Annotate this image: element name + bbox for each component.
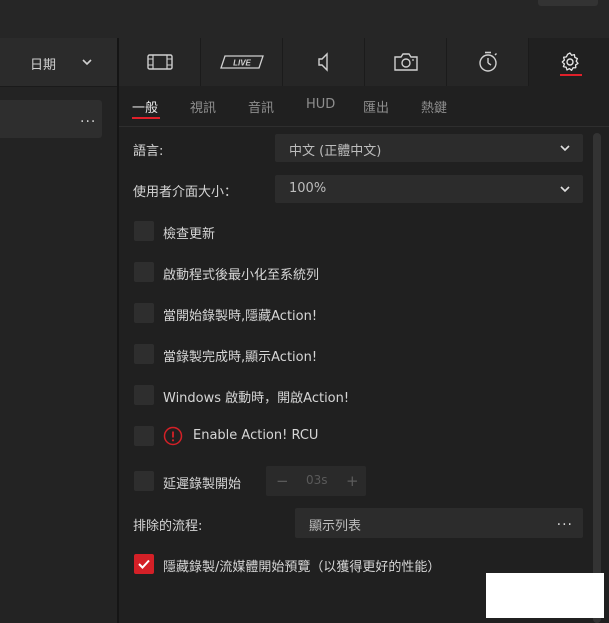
sort-label[interactable]: 日期 — [30, 54, 56, 73]
window-control-button[interactable] — [538, 0, 598, 6]
tab-timer[interactable] — [447, 38, 529, 86]
subtab-hud[interactable]: HUD — [306, 97, 335, 112]
category-tab-bar: LIVE — [119, 38, 609, 86]
speaker-icon — [317, 52, 328, 72]
language-select[interactable]: 中文 (正體中文) — [275, 134, 583, 162]
check-update-label: 檢查更新 — [163, 227, 216, 242]
show-list-text: 顯示列表 — [309, 519, 362, 534]
subtab-active-indicator — [132, 117, 160, 119]
settings-panel: LIVE 一般 視訊 音訊 HUD 匯出 熱鍵 語言: 中文 (正體中文) 使用… — [119, 38, 609, 623]
subtab-export[interactable]: 匯出 — [363, 97, 389, 116]
blank-overlay — [486, 573, 604, 618]
excluded-processes-field[interactable]: 顯示列表 ... — [295, 508, 583, 538]
live-icon: LIVE — [219, 55, 264, 69]
subtab-hotkeys[interactable]: 熱鍵 — [421, 97, 447, 116]
hide-preview-checkbox[interactable] — [134, 554, 154, 574]
ui-size-select[interactable]: 100% — [275, 175, 583, 203]
tab-live[interactable]: LIVE — [201, 38, 283, 86]
timer-icon — [478, 51, 497, 72]
chevron-down-icon[interactable] — [80, 55, 94, 69]
camera-icon — [393, 53, 418, 71]
list-item[interactable]: ... — [0, 100, 102, 138]
show-on-complete-label: 當錄製完成時,顯示Action! — [163, 350, 318, 365]
hide-preview-label: 隱藏錄製/流媒體開始預覽（以獲得更好的性能） — [163, 560, 441, 575]
enable-rcu-label: Enable Action! RCU — [193, 428, 319, 443]
excluded-processes-label: 排除的流程: — [133, 519, 203, 534]
general-settings-content: 語言: 中文 (正體中文) 使用者介面大小： 100% 檢查更新 啟動程式後最小… — [119, 127, 609, 623]
vertical-scrollbar[interactable] — [593, 133, 601, 623]
tab-video[interactable] — [119, 38, 201, 86]
active-tab-indicator — [560, 74, 582, 76]
subtab-general[interactable]: 一般 — [132, 97, 158, 116]
delay-record-checkbox[interactable] — [134, 471, 154, 491]
windows-startup-label: Windows 啟動時，開啟Action! — [163, 391, 350, 406]
more-options-button[interactable]: ... — [557, 513, 573, 529]
hide-on-record-label: 當開始錄製時,隱藏Action! — [163, 309, 318, 324]
tab-screenshot[interactable] — [365, 38, 447, 86]
delay-increment-button[interactable]: + — [346, 472, 359, 490]
sort-header[interactable]: 日期 — [0, 38, 117, 87]
video-film-icon — [146, 54, 173, 70]
delay-value: 03s — [306, 473, 328, 487]
ui-size-label: 使用者介面大小： — [133, 185, 238, 200]
checkmark-icon — [138, 559, 150, 569]
more-options-button[interactable]: ... — [80, 110, 96, 126]
hide-on-record-checkbox[interactable] — [134, 303, 154, 323]
chevron-down-icon — [560, 186, 570, 193]
enable-rcu-checkbox[interactable] — [134, 426, 154, 446]
live-text: LIVE — [233, 59, 251, 68]
minimize-tray-label: 啟動程式後最小化至系統列 — [163, 268, 320, 283]
windows-startup-checkbox[interactable] — [134, 385, 154, 405]
delay-decrement-button[interactable]: − — [276, 472, 289, 490]
top-bar — [0, 0, 609, 38]
gear-icon — [561, 52, 579, 71]
subtab-bar: 一般 視訊 音訊 HUD 匯出 熱鍵 — [119, 86, 609, 127]
delay-record-label: 延遲錄製開始 — [163, 477, 242, 492]
subtab-audio[interactable]: 音訊 — [248, 97, 274, 116]
chevron-down-icon — [560, 145, 570, 152]
left-panel: 日期 ... — [0, 38, 117, 623]
minimize-tray-checkbox[interactable] — [134, 262, 154, 282]
show-on-complete-checkbox[interactable] — [134, 344, 154, 364]
subtab-video[interactable]: 視訊 — [190, 97, 216, 116]
language-value: 中文 (正體中文) — [289, 144, 382, 159]
ui-size-value: 100% — [289, 181, 327, 196]
check-update-checkbox[interactable] — [134, 221, 154, 241]
tab-audio[interactable] — [283, 38, 365, 86]
language-label: 語言: — [133, 144, 164, 159]
delay-stepper[interactable]: − 03s + — [266, 466, 366, 496]
tab-settings[interactable] — [529, 38, 609, 86]
warning-icon — [163, 426, 183, 446]
